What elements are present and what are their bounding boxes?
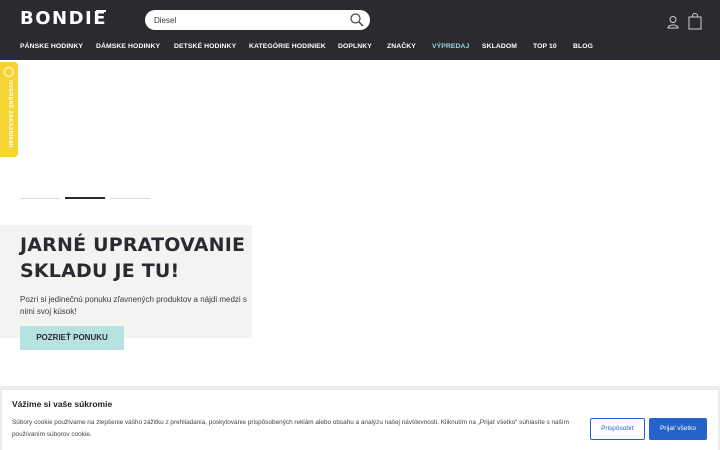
page: BONDIE PÁNSKE HODIN	[0, 0, 720, 450]
nav-top-10[interactable]: TOP 10	[533, 40, 557, 54]
nav-womens-watches[interactable]: DÁMSKE HODINKY	[96, 40, 160, 54]
nav-mens-watches[interactable]: PÁNSKE HODINKY	[20, 40, 83, 54]
logo-accent	[96, 10, 106, 12]
nav-in-stock[interactable]: SKLADOM	[482, 40, 517, 54]
verified-reviews-badge[interactable]: OVERENÉ ZÁKAZNÍKMI	[0, 62, 18, 157]
shield-check-icon	[4, 67, 14, 77]
nav-kids-watches[interactable]: DETSKÉ HODINKY	[174, 40, 236, 54]
slider-dot[interactable]	[20, 198, 60, 199]
search-icon[interactable]	[349, 12, 365, 28]
logo[interactable]: BONDIE	[20, 8, 107, 30]
badge-label: OVERENÉ ZÁKAZNÍKMI	[7, 80, 13, 148]
accept-all-button[interactable]: Prijať všetko	[649, 418, 707, 440]
view-offer-button[interactable]: POZRIEŤ PONUKU	[20, 326, 124, 350]
user-icon[interactable]	[666, 15, 680, 29]
search-box	[145, 10, 370, 30]
nav-accessories[interactable]: DOPLNKY	[338, 40, 372, 54]
cookie-banner: Vážime si vaše súkromie Súbory cookie po…	[2, 390, 718, 450]
nav-brands[interactable]: ZNAČKY	[387, 40, 416, 54]
cookie-text: Súbory cookie používame na zlepšenie váš…	[12, 419, 569, 438]
customize-button[interactable]: Prispôsobiť	[590, 418, 645, 440]
slider-indicators	[20, 197, 150, 200]
nav-watch-categories[interactable]: KATEGÓRIE HODINIEK	[249, 40, 326, 54]
shopping-bag-icon[interactable]	[688, 13, 702, 30]
nav-blog[interactable]: BLOG	[573, 40, 593, 54]
slider-dot[interactable]	[110, 198, 150, 199]
promo-title: JARNÉ UPRATOVANIE SKLADU JE TU!	[20, 234, 246, 282]
logo-text: BONDIE	[20, 8, 108, 29]
promo-text: Pozri si jedinečnú ponuku zľavnených pro…	[20, 295, 247, 316]
cookie-title: Vážime si vaše súkromie	[12, 399, 113, 409]
nav-sale[interactable]: VÝPREDAJ	[432, 40, 469, 54]
search-input[interactable]	[153, 10, 343, 30]
slider-dot-active[interactable]	[65, 197, 105, 199]
main-nav: PÁNSKE HODINKY DÁMSKE HODINKY DETSKÉ HOD…	[0, 40, 720, 56]
site-header: BONDIE PÁNSKE HODIN	[0, 0, 720, 60]
